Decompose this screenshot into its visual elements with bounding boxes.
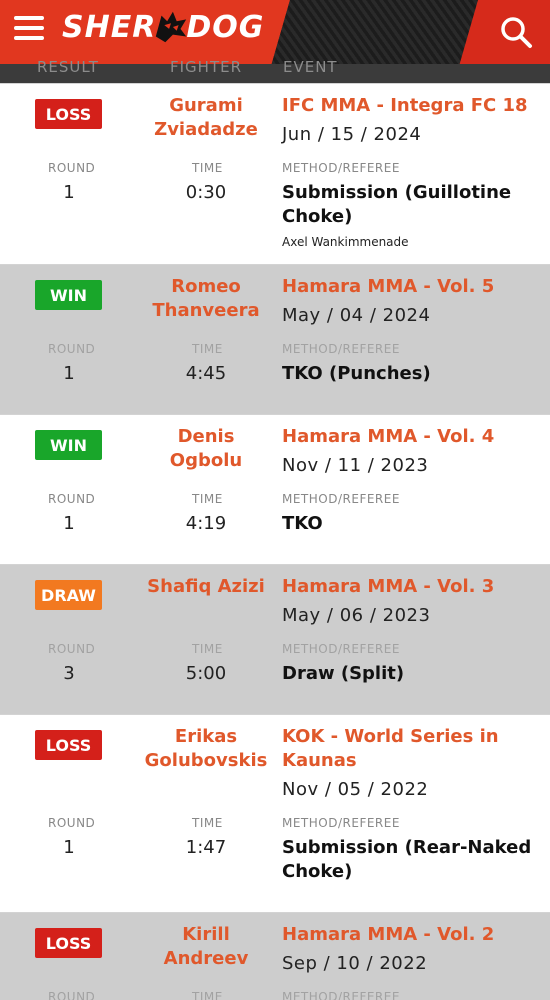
method-value: TKO — [282, 513, 323, 534]
round-label: ROUND — [48, 990, 96, 1000]
result-badge: LOSS — [35, 730, 102, 760]
opponent-link[interactable]: Shafiq Azizi — [143, 575, 269, 599]
fight-row: LOSS Erikas Golubovskis KOK - World Seri… — [0, 714, 550, 912]
fight-history-list: LOSS Gurami Zviadadze IFC MMA - Integra … — [0, 83, 550, 1000]
event-link[interactable]: Hamara MMA - Vol. 5 — [282, 275, 532, 299]
event-link[interactable]: Hamara MMA - Vol. 2 — [282, 923, 532, 947]
result-badge: WIN — [35, 280, 102, 310]
event-link[interactable]: Hamara MMA - Vol. 3 — [282, 575, 532, 599]
opponent-link[interactable]: Romeo Thanveera — [143, 275, 269, 323]
search-icon[interactable] — [498, 14, 534, 50]
fight-row: DRAW Shafiq Azizi Hamara MMA - Vol. 3 Ma… — [0, 564, 550, 714]
method-value: TKO (Punches) — [282, 363, 431, 384]
fight-date: Nov / 11 / 2023 — [282, 455, 429, 476]
site-header: SHER DOG — [0, 0, 550, 64]
result-badge: DRAW — [35, 580, 102, 610]
opponent-link[interactable]: Erikas Golubovskis — [143, 725, 269, 773]
method-label: METHOD/REFEREE — [282, 342, 400, 356]
event-link[interactable]: Hamara MMA - Vol. 4 — [282, 425, 532, 449]
method-value: Submission (Rear-Naked Choke) — [282, 837, 532, 882]
round-label: ROUND — [48, 342, 96, 356]
time-value: 0:30 — [185, 182, 227, 203]
time-value: 1:47 — [185, 837, 227, 858]
method-value: Draw (Split) — [282, 663, 405, 684]
time-value: 5:00 — [185, 663, 227, 684]
time-label: TIME — [192, 642, 223, 656]
result-badge: LOSS — [35, 99, 102, 129]
sherdog-logo[interactable]: SHER DOG — [62, 6, 264, 48]
event-link[interactable]: KOK - World Series in Kaunas — [282, 725, 532, 773]
event-link[interactable]: IFC MMA - Integra FC 18 — [282, 94, 532, 118]
round-value: 1 — [63, 837, 75, 858]
round-label: ROUND — [48, 642, 96, 656]
time-label: TIME — [192, 492, 223, 506]
column-header-bar: RESULT FIGHTER EVENT — [0, 58, 550, 84]
fight-date: Nov / 05 / 2022 — [282, 779, 429, 800]
fight-row: LOSS Gurami Zviadadze IFC MMA - Integra … — [0, 83, 550, 264]
fight-date: Sep / 10 / 2022 — [282, 953, 428, 974]
opponent-link[interactable]: Denis Ogbolu — [143, 425, 269, 473]
method-label: METHOD/REFEREE — [282, 161, 400, 175]
fight-row: LOSS Kirill Andreev Hamara MMA - Vol. 2 … — [0, 912, 550, 1000]
time-value: 4:45 — [185, 363, 227, 384]
round-value: 1 — [63, 363, 75, 384]
round-value: 1 — [63, 513, 75, 534]
time-label: TIME — [192, 342, 223, 356]
opponent-link[interactable]: Gurami Zviadadze — [143, 94, 269, 142]
opponent-link[interactable]: Kirill Andreev — [143, 923, 269, 971]
logo-text-left: SHER — [62, 9, 157, 45]
column-label-event: EVENT — [283, 58, 338, 76]
round-label: ROUND — [48, 492, 96, 506]
time-value: 4:19 — [185, 513, 227, 534]
time-label: TIME — [192, 161, 223, 175]
dog-head-logo-icon — [156, 11, 187, 43]
result-badge: WIN — [35, 430, 102, 460]
fight-date: May / 04 / 2024 — [282, 305, 431, 326]
referee-name: Axel Wankimmenade — [282, 235, 409, 249]
method-value: Submission (Guillotine Choke) — [282, 182, 512, 227]
round-value: 1 — [63, 182, 75, 203]
fight-date: May / 06 / 2023 — [282, 605, 431, 626]
method-label: METHOD/REFEREE — [282, 492, 400, 506]
fight-row: WIN Denis Ogbolu Hamara MMA - Vol. 4 Nov… — [0, 414, 550, 564]
column-label-fighter: FIGHTER — [170, 58, 243, 76]
result-badge: LOSS — [35, 928, 102, 958]
method-label: METHOD/REFEREE — [282, 816, 400, 830]
round-label: ROUND — [48, 161, 96, 175]
round-label: ROUND — [48, 816, 96, 830]
method-label: METHOD/REFEREE — [282, 642, 400, 656]
column-label-result: RESULT — [37, 58, 99, 76]
time-label: TIME — [192, 990, 223, 1000]
fight-date: Jun / 15 / 2024 — [282, 124, 422, 145]
time-label: TIME — [192, 816, 223, 830]
logo-text-right: DOG — [186, 9, 265, 45]
hamburger-menu-icon[interactable] — [14, 16, 44, 42]
round-value: 3 — [63, 663, 75, 684]
fight-row: WIN Romeo Thanveera Hamara MMA - Vol. 5 … — [0, 264, 550, 414]
method-label: METHOD/REFEREE — [282, 990, 400, 1000]
